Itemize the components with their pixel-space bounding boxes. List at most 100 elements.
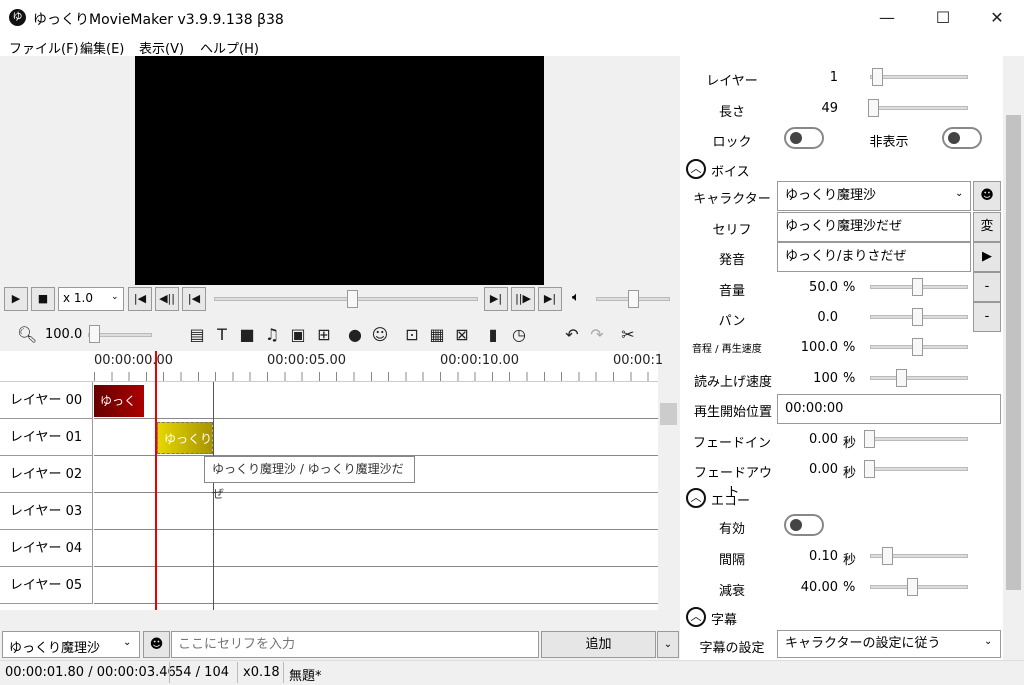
play-voice-icon[interactable]: ▶: [973, 242, 1001, 272]
menu-edit[interactable]: 編集(E): [80, 38, 124, 57]
voice-clip[interactable]: ゆっくり: [94, 385, 144, 417]
pitch-slider-thumb[interactable]: [912, 338, 923, 356]
stop-button[interactable]: ■: [31, 287, 55, 311]
voice-section-title[interactable]: ボイス: [711, 161, 750, 180]
subtitle-section-title[interactable]: 字幕: [711, 609, 737, 628]
clock-icon[interactable]: ◷: [509, 325, 529, 344]
layer-label[interactable]: レイヤー 02: [0, 456, 93, 493]
fadein-value[interactable]: 0.00: [790, 432, 838, 447]
close-button[interactable]: ✕: [974, 0, 1020, 36]
menu-help[interactable]: ヘルプ(H): [200, 38, 259, 57]
scissors-icon[interactable]: ✂: [618, 325, 638, 344]
text-icon[interactable]: T: [212, 325, 232, 344]
pan-slider-thumb[interactable]: [912, 308, 923, 326]
readspeed-value[interactable]: 100: [790, 371, 838, 386]
volume-thumb[interactable]: [628, 290, 639, 308]
panel-vscroll-thumb[interactable]: [1006, 115, 1021, 590]
layer-prop-value[interactable]: 1: [790, 70, 838, 85]
book-icon[interactable]: ▮: [483, 325, 503, 344]
add-shape-icon[interactable]: ⊞: [314, 325, 334, 344]
length-slider-thumb[interactable]: [868, 99, 879, 117]
collapse-chevron-icon[interactable]: ︿: [686, 607, 706, 627]
undo-icon[interactable]: ↶: [562, 325, 582, 344]
volume-reset-button[interactable]: -: [973, 272, 1001, 302]
add-button[interactable]: 追加: [541, 631, 656, 658]
echo-section-title[interactable]: エコー: [711, 490, 750, 509]
subtitle-setting-combo[interactable]: キャラクターの設定に従う ⌄: [777, 630, 1001, 658]
length-slider[interactable]: [870, 106, 968, 110]
seek-track[interactable]: [214, 297, 478, 301]
menu-file[interactable]: ファイル(F): [9, 38, 79, 57]
timeline-row[interactable]: [94, 493, 658, 530]
layer-label[interactable]: レイヤー 05: [0, 567, 93, 604]
first-frame-button[interactable]: |◀: [128, 287, 152, 311]
pronounce-field[interactable]: ゆっくり/まりさだぜ: [777, 242, 971, 272]
timeline-row[interactable]: [94, 530, 658, 567]
prev-frame-button[interactable]: ◀||: [155, 287, 179, 311]
interval-value[interactable]: 0.10: [790, 549, 838, 564]
step-back-button[interactable]: |◀: [182, 287, 206, 311]
maximize-button[interactable]: ☐: [920, 0, 966, 36]
video-camera-icon[interactable]: ■: [237, 325, 257, 344]
decay-value[interactable]: 40.00: [790, 580, 838, 595]
timeline-hscrollbar[interactable]: [0, 610, 680, 629]
length-value[interactable]: 49: [790, 101, 838, 116]
fadeout-value[interactable]: 0.00: [790, 462, 838, 477]
pan-value[interactable]: 0.0: [790, 310, 838, 325]
layer-label[interactable]: レイヤー 04: [0, 530, 93, 567]
next-frame-button[interactable]: ||▶: [511, 287, 535, 311]
interval-slider-thumb[interactable]: [882, 547, 893, 565]
character-combo[interactable]: ゆっくり魔理沙 ⌄: [777, 181, 971, 211]
layer-label[interactable]: レイヤー 00: [0, 382, 93, 419]
serif-field[interactable]: ゆっくり魔理沙だぜ: [777, 212, 971, 242]
add-options-chevron-icon[interactable]: ⌄: [657, 631, 679, 658]
decay-slider[interactable]: [870, 585, 968, 589]
layer-label[interactable]: レイヤー 01: [0, 419, 93, 456]
seek-thumb[interactable]: [347, 290, 358, 308]
pan-reset-button[interactable]: -: [973, 302, 1001, 332]
convert-button[interactable]: 変: [973, 212, 1001, 242]
timeline-vscroll-thumb[interactable]: [660, 403, 677, 425]
volume-value[interactable]: 50.0: [790, 280, 838, 295]
fadein-slider-thumb[interactable]: [864, 430, 875, 448]
play-button[interactable]: ▶: [4, 287, 28, 311]
last-frame-button[interactable]: ▶|: [538, 287, 562, 311]
person-icon[interactable]: ●: [345, 325, 365, 344]
fadeout-slider[interactable]: [870, 467, 968, 471]
layer-slider[interactable]: [870, 75, 968, 79]
character-settings-icon[interactable]: ☻: [973, 181, 1001, 211]
music-icon[interactable]: ♫: [262, 325, 282, 344]
volume-slider-thumb[interactable]: [912, 278, 923, 296]
character-settings-icon[interactable]: ☻: [143, 631, 170, 658]
voice-clip-selected[interactable]: ゆっくりj: [157, 422, 213, 454]
layer-slider-thumb[interactable]: [872, 68, 883, 86]
step-forward-button[interactable]: ▶|: [484, 287, 508, 311]
collapse-chevron-icon[interactable]: ︿: [686, 159, 706, 179]
smiley-icon[interactable]: ☺: [370, 325, 390, 344]
minimize-button[interactable]: —: [864, 0, 910, 36]
timeline-row[interactable]: [94, 567, 658, 604]
image-icon[interactable]: ▣: [288, 325, 308, 344]
readspeed-slider[interactable]: [870, 376, 968, 380]
timeline-row[interactable]: [94, 382, 658, 419]
menu-view[interactable]: 表示(V): [139, 38, 184, 57]
echo-enabled-toggle[interactable]: [784, 514, 824, 536]
playhead[interactable]: [155, 351, 157, 610]
gallery-icon[interactable]: ▦: [427, 325, 447, 344]
lock-toggle[interactable]: [784, 127, 824, 149]
layer-label[interactable]: レイヤー 03: [0, 493, 93, 530]
fadein-slider[interactable]: [870, 437, 968, 441]
mosaic-icon[interactable]: ⊠: [452, 325, 472, 344]
zoom-thumb[interactable]: [89, 325, 100, 343]
collapse-chevron-icon[interactable]: ︿: [686, 488, 706, 508]
decay-slider-thumb[interactable]: [907, 578, 918, 596]
hide-toggle[interactable]: [942, 127, 982, 149]
speech-bubble-icon[interactable]: ▤: [187, 325, 207, 344]
pitch-value[interactable]: 100.0: [790, 340, 838, 355]
start-pos-field[interactable]: 00:00:00: [777, 394, 1001, 424]
video-preview[interactable]: [135, 56, 544, 285]
redo-icon[interactable]: ↷: [587, 325, 607, 344]
serif-input[interactable]: [171, 631, 539, 658]
speed-select[interactable]: x 1.0 ⌄: [58, 287, 124, 311]
character-select[interactable]: ゆっくり魔理沙 ⌄: [2, 631, 140, 658]
